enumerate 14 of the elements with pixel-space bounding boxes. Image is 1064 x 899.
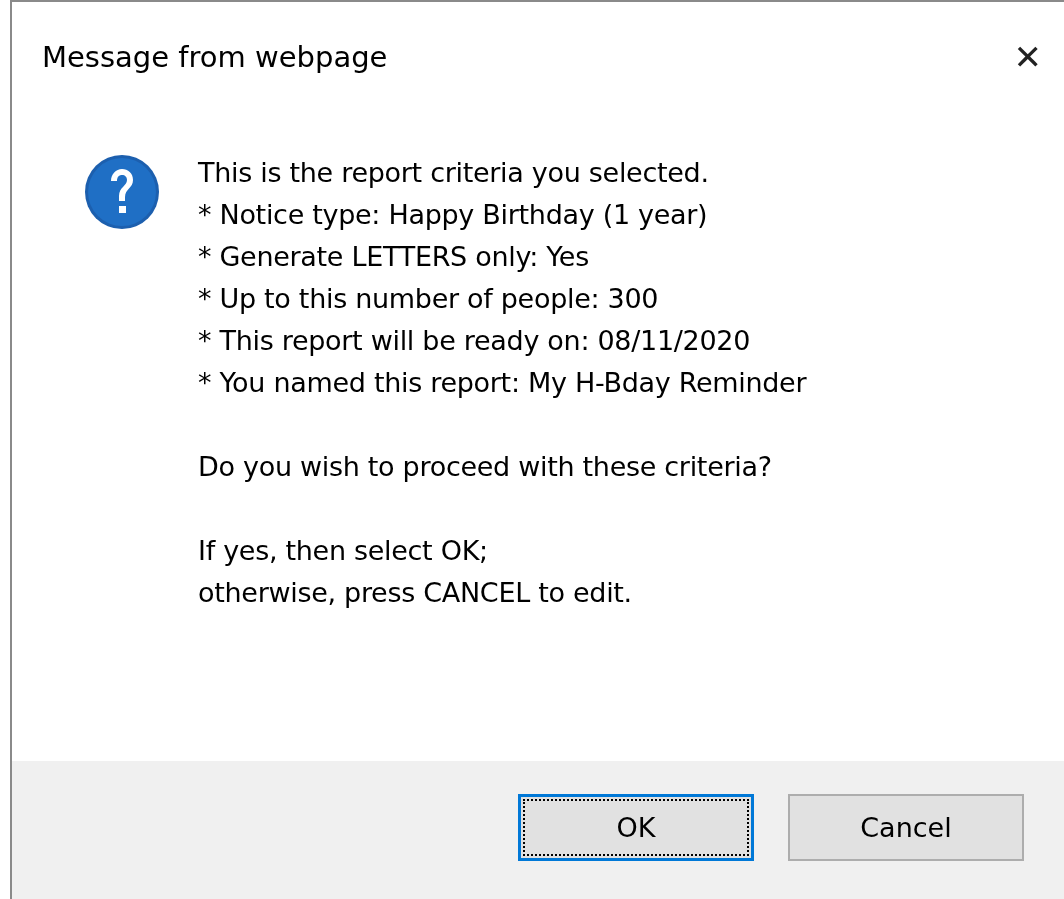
- dialog-button[interactable]: OK: [518, 793, 754, 861]
- message-text: Do you wish to proceed with these criteria?: [198, 450, 773, 484]
- message-text: * This report will be ready on: 08/11/2020: [198, 324, 752, 358]
- message-text: * Notice type: Happy Birthday (1 year): [198, 198, 709, 232]
- dialog-button[interactable]: Cancel: [788, 793, 1024, 861]
- question-icon: [84, 154, 160, 230]
- close-button[interactable]: ✕: [1013, 40, 1042, 74]
- message-text: * Up to this number of people: 300: [198, 282, 660, 316]
- window-title: Message from webpage: [42, 40, 388, 74]
- message-text: * You named this report: My H-Bday Reminder: [198, 366, 807, 400]
- message-text: * Generate LETTERS only: Yes: [198, 240, 590, 274]
- message-text: otherwise, press CANCEL to edit.: [198, 576, 633, 610]
- message-text: If yes, then select OK;: [198, 534, 489, 568]
- message-text: This is the report criteria you selected.: [198, 156, 710, 190]
